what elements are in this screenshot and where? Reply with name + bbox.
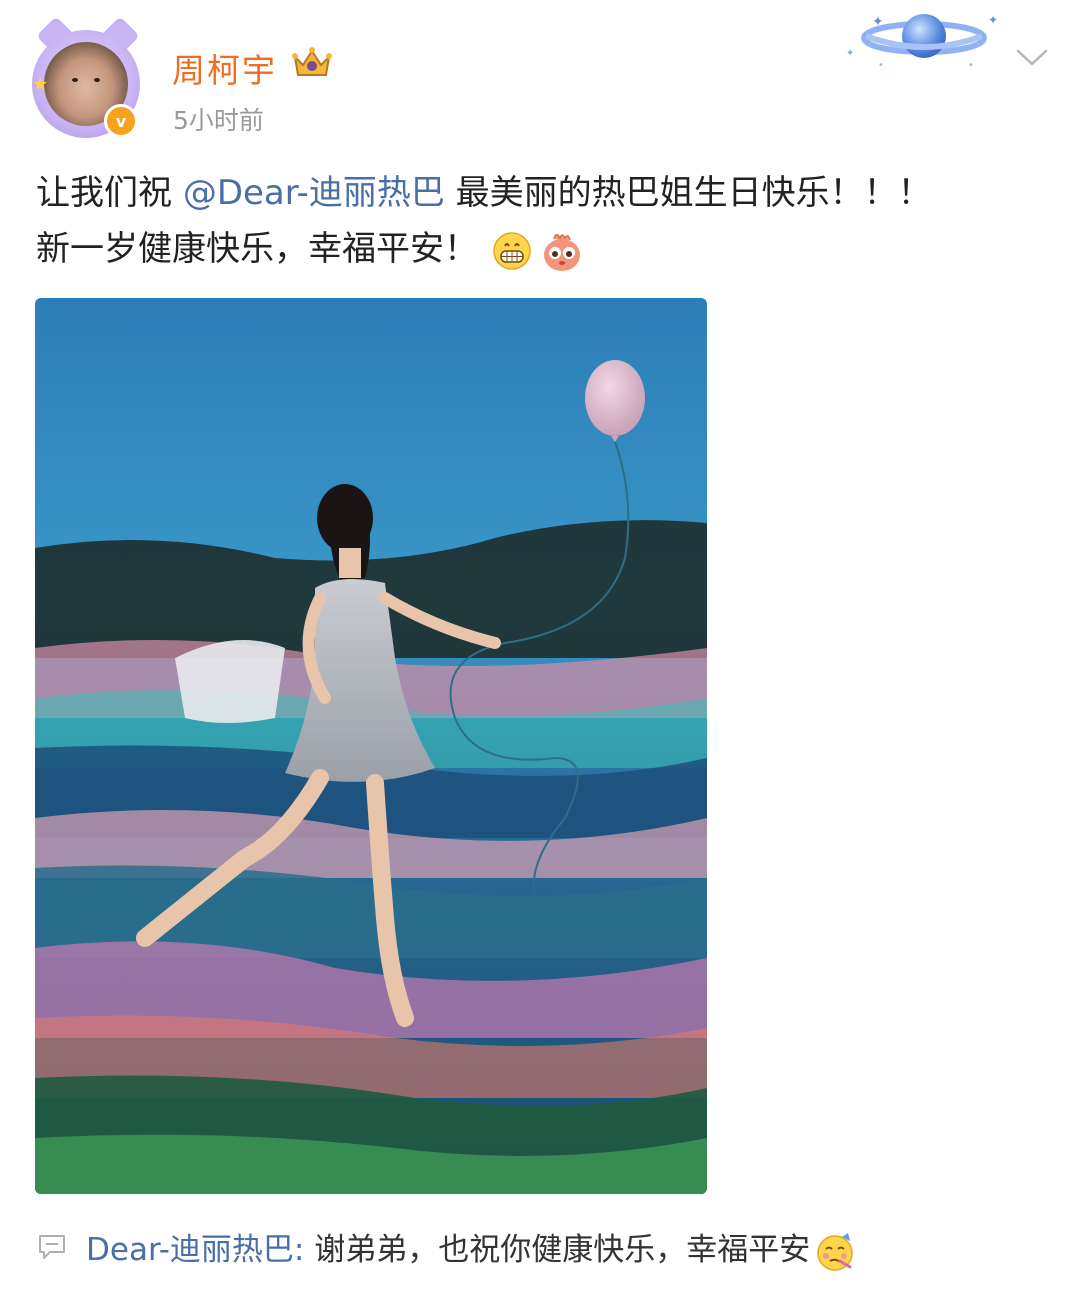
star-icon: ★: [32, 74, 49, 95]
photo-woman-balloon: [35, 298, 707, 1194]
author-name[interactable]: 周柯宇: [172, 44, 277, 92]
comment-author[interactable]: Dear-迪丽热巴: [86, 1232, 294, 1268]
chevron-down-icon[interactable]: [1014, 42, 1050, 72]
post-image[interactable]: [35, 298, 707, 1194]
woozy-face-emoji-icon: [817, 1232, 853, 1271]
planet-icon: ✦ ✦ ✦ • •: [846, 13, 998, 71]
svg-text:✦: ✦: [846, 48, 854, 59]
post-text: 让我们祝 @Dear-迪丽热巴 最美丽的热巴姐生日快乐！！！ 新一岁健康快乐，幸…: [36, 165, 1046, 277]
comment-body: Dear-迪丽热巴: 谢弟弟，也祝你健康快乐，幸福平安: [86, 1224, 856, 1273]
grin-emoji-icon: [493, 231, 531, 270]
post-text-line-1: 让我们祝 @Dear-迪丽热巴 最美丽的热巴姐生日快乐！！！: [36, 165, 1046, 221]
creature-emoji-icon: [544, 233, 580, 271]
mention-link[interactable]: @Dear-迪丽热巴: [183, 173, 445, 213]
svg-text:✦: ✦: [872, 14, 884, 30]
post-text-second: 新一岁健康快乐，幸福平安！: [36, 229, 478, 269]
comment-row[interactable]: Dear-迪丽热巴: 谢弟弟，也祝你健康快乐，幸福平安: [36, 1222, 1046, 1271]
comment-text: 谢弟弟，也祝你健康快乐，幸福平安: [314, 1232, 811, 1268]
post-text-prefix: 让我们祝: [36, 173, 183, 213]
comment-separator: :: [293, 1232, 315, 1268]
svg-text:•: •: [968, 60, 974, 71]
verified-badge-icon: v: [104, 104, 138, 138]
svg-text:•: •: [878, 60, 884, 71]
post-text-line-2: 新一岁健康快乐，幸福平安！: [36, 221, 1046, 277]
author-avatar[interactable]: ★ v: [32, 16, 144, 138]
post-text-suffix: 最美丽的热巴姐生日快乐！！！: [444, 173, 932, 213]
crown-icon: [292, 47, 332, 76]
comment-icon: [39, 1235, 65, 1259]
svg-text:✦: ✦: [988, 13, 998, 27]
post-timestamp: 5小时前: [173, 106, 264, 135]
